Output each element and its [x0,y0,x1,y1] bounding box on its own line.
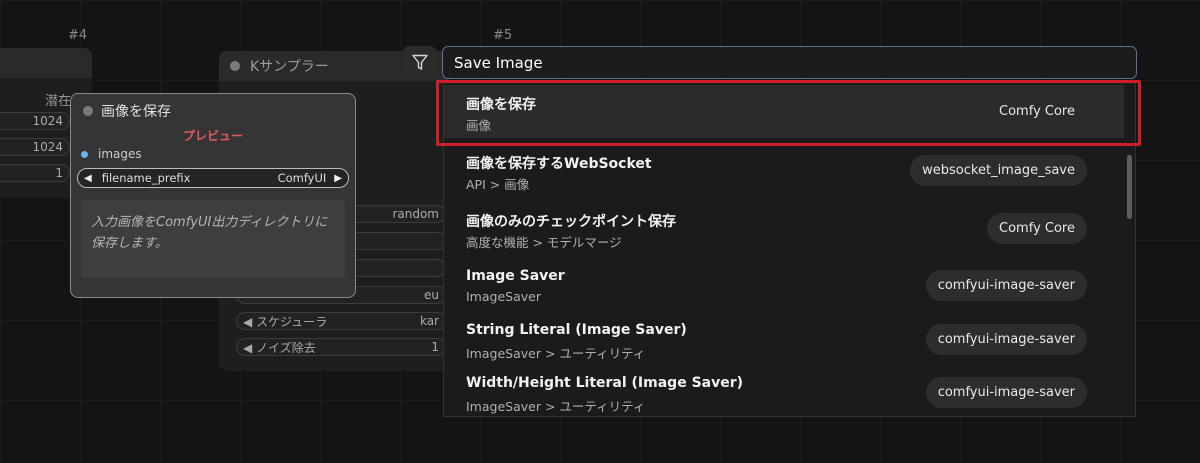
sampler-value: eu [424,288,439,302]
source-badge: websocket_image_save [910,155,1087,186]
result-name: 画像を保存するWebSocket [466,156,652,172]
result-item[interactable]: Width/Height Literal (Image Saver) Image… [444,366,1124,416]
batch-widget[interactable]: 1 [0,164,70,182]
result-name: Width/Height Literal (Image Saver) [466,375,744,391]
preview-label: プレビュー [182,129,243,143]
width-value: 1024 [32,114,63,128]
arrow-right-icon[interactable]: ▶ [334,173,342,184]
denoise-value: 1 [431,340,439,354]
scheduler-widget[interactable]: ◀ スケジューラ kar [236,312,446,330]
result-category: 高度な機能 > モデルマージ [466,235,622,250]
save-node-title-bar[interactable]: 画像を保存 [83,101,171,121]
result-item[interactable]: 画像を保存するWebSocket API > 画像 websocket_imag… [444,144,1124,197]
node-search-input[interactable] [442,46,1137,79]
result-item[interactable]: Image Saver ImageSaver comfyui-image-sav… [444,259,1124,312]
result-name: Image Saver [466,268,565,284]
images-input[interactable]: images [81,147,142,161]
result-category: ImageSaver > ユーティリティ [466,346,646,361]
width-widget[interactable]: 1024 [0,112,70,130]
height-value: 1024 [32,140,63,154]
result-item[interactable]: 画像のみのチェックポイント保存 高度な機能 > モデルマージ Comfy Cor… [444,202,1124,255]
filename-prefix-widget[interactable]: ◀ filename_prefix ComfyUI ▶ [77,168,349,188]
input-slot-dot-icon[interactable] [81,150,88,158]
seed-control-value: random [392,207,439,221]
result-category: ImageSaver > ユーティリティ [466,399,646,414]
filter-icon [411,54,428,70]
images-input-label: images [98,147,142,161]
result-item[interactable]: String Literal (Image Saver) ImageSaver … [444,313,1124,366]
result-category: API > 画像 [466,177,530,192]
result-name: 画像のみのチェックポイント保存 [466,214,676,230]
batch-value: 1 [55,166,63,180]
arrow-left-icon[interactable]: ◀ [243,341,252,355]
source-badge: comfyui-image-saver [925,377,1087,408]
filter-button[interactable] [403,46,436,79]
results-scrollbar[interactable] [1127,155,1132,219]
source-badge: comfyui-image-saver [925,324,1087,355]
save-node-title: 画像を保存 [101,104,171,120]
ksampler-title: Kサンプラー [250,59,329,75]
node-description: 入力画像をComfyUI出力ディレクトリに保存します。 [81,200,345,278]
latent-label: 潜在 [45,94,72,109]
filename-prefix-value: ComfyUI [277,171,327,185]
result-name: String Literal (Image Saver) [466,322,687,338]
source-badge: comfyui-image-saver [925,270,1087,301]
node-id-label: #4 [68,28,88,43]
denoise-widget[interactable]: ◀ ノイズ除去 1 [236,338,446,356]
highlight-box [436,80,1141,146]
node-id-label: #5 [493,28,513,43]
scheduler-label: スケジューラ [256,314,328,329]
source-badge: Comfy Core [987,213,1087,244]
arrow-left-icon[interactable]: ◀ [243,315,252,329]
node-status-dot-icon [83,106,93,116]
result-category: ImageSaver [466,289,541,304]
save-image-node-preview[interactable]: 画像を保存 プレビュー images ◀ filename_prefix Com… [70,93,356,298]
height-widget[interactable]: 1024 [0,138,70,156]
latent-node-header[interactable] [0,48,92,78]
filename-prefix-label: filename_prefix [101,171,191,185]
denoise-label: ノイズ除去 [256,340,316,355]
collapse-dot-icon[interactable] [230,61,240,71]
arrow-left-icon[interactable]: ◀ [84,173,92,184]
scheduler-value: kar [419,314,439,328]
